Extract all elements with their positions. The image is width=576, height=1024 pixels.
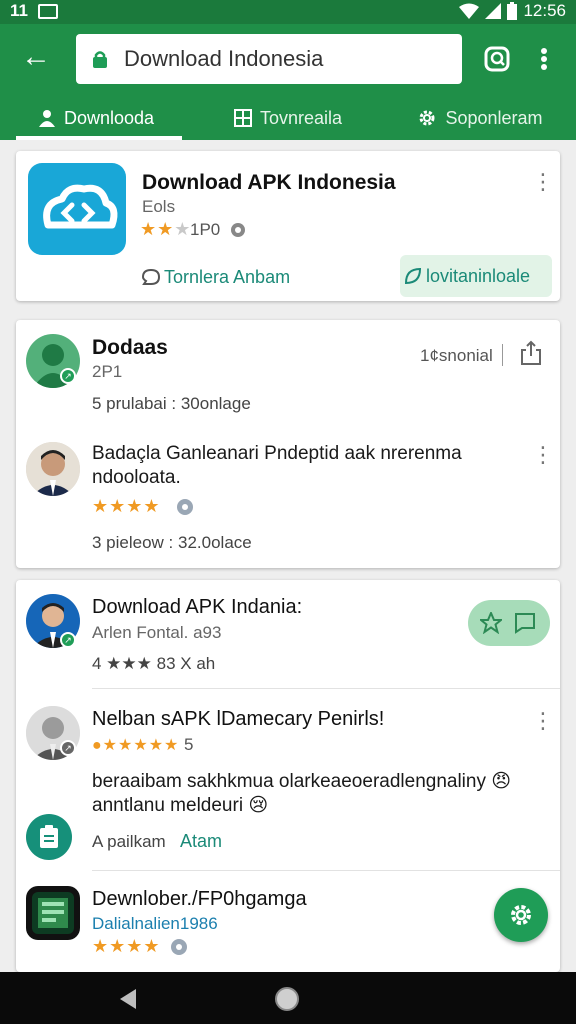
action-left-link[interactable]: Tornlera Anbam [164, 267, 290, 288]
settings-fab[interactable] [494, 888, 548, 942]
rating-count: 1P0 [190, 220, 221, 239]
more-options-icon[interactable] [532, 444, 548, 468]
search-icon [484, 46, 510, 72]
lock-icon [93, 51, 107, 68]
search-box[interactable] [76, 34, 462, 84]
app-developer: Eols [142, 197, 176, 216]
divider [92, 688, 560, 689]
favorite-message-button[interactable] [468, 600, 550, 646]
verified-badge-icon: ↗ [60, 740, 76, 756]
star-icon [480, 612, 502, 634]
nav-back-icon[interactable] [118, 988, 138, 1010]
review-meta: 3 pieleow : 32.0olace [92, 533, 252, 552]
review-rating: ★★★★ [92, 496, 161, 516]
nav-home-icon[interactable] [274, 986, 300, 1012]
share-icon[interactable] [520, 340, 542, 366]
more-vert-icon [541, 48, 547, 70]
tab-downloads[interactable]: Downlooda [0, 96, 192, 140]
review-title[interactable]: Badaçla Ganleanari Pndeptid aak nrerenma… [92, 442, 512, 490]
action-link[interactable]: Atam [180, 831, 222, 852]
list-item-title[interactable]: Dewnlober./FP0hgamga [92, 888, 307, 911]
verified-badge-icon: ↗ [60, 368, 76, 384]
grid-icon [233, 109, 252, 127]
app-list-card: ↗ Download APK Indania: Arlen Fontal. a9… [16, 580, 560, 972]
list-item-meta: 5 prulabai : 30onlage [92, 394, 251, 413]
tab-trending[interactable]: Tovnreaila [192, 96, 384, 140]
tab-label: Soponleram [445, 107, 543, 128]
system-nav-bar [0, 972, 576, 1024]
reviews-card: ↗ Dodaas 2P1 1¢snonial 5 prulabai : 30on… [16, 320, 560, 568]
leaf-icon [404, 267, 422, 285]
divider [92, 870, 560, 871]
install-button-label: lovitaninloale [426, 266, 531, 286]
list-item-rating: ●★★★★★ [92, 737, 180, 754]
tab-bar: Downlooda Tovnreaila Soponleram [0, 96, 576, 140]
list-item-subtitle: Arlen Fontal. a93 [92, 623, 222, 642]
list-item-body: beraaibam sakhkmua olarkeaeoeradlengnali… [92, 771, 512, 816]
info-icon [177, 499, 193, 515]
avatar[interactable] [26, 442, 80, 496]
status-time-right: 12:56 [523, 1, 566, 20]
search-toolbar-button[interactable] [480, 42, 514, 76]
verified-badge-icon: ↗ [60, 632, 76, 648]
gear-icon [419, 110, 435, 126]
clipboard-icon [40, 825, 58, 848]
more-options-icon[interactable] [532, 710, 548, 734]
list-item-title[interactable]: Nelban sAPK lDamecary Penirls! [92, 708, 384, 731]
search-input[interactable] [124, 46, 454, 72]
list-item-aside: 1¢snonial [420, 346, 493, 365]
list-item-subtitle: 2P1 [92, 362, 123, 381]
person-icon [38, 110, 55, 127]
settings-icon [511, 905, 531, 925]
clipboard-button[interactable] [26, 814, 72, 860]
action-prefix: A pailkam [92, 832, 166, 851]
featured-app-card[interactable]: Download APK Indonesia Eols ★★★ 1P0 Torn… [16, 151, 560, 301]
chat-icon [142, 268, 160, 285]
info-icon [231, 223, 245, 237]
battery-icon [507, 2, 518, 20]
app-rating: ★★★ [140, 219, 192, 239]
tab-label: Downlooda [63, 107, 155, 128]
list-item-subtitle: Dalialnalien1986 [92, 914, 218, 933]
status-bar: 11 12:56 [0, 0, 576, 24]
cloud-code-icon [43, 184, 118, 229]
wifi-icon [459, 3, 480, 19]
install-button[interactable]: lovitaninloale [400, 255, 552, 297]
image-notification-icon [38, 4, 58, 19]
divider [502, 344, 503, 366]
app-title[interactable]: Download APK Indonesia [142, 171, 396, 195]
rating-count: 5 [184, 735, 194, 754]
signal-icon [485, 3, 502, 19]
status-time-left: 11 [10, 1, 28, 20]
back-arrow-icon[interactable]: ← [18, 40, 54, 76]
list-item-rating: ★★★★ [92, 936, 161, 956]
list-item-title[interactable]: Download APK Indania: [92, 596, 302, 619]
overflow-menu-button[interactable] [530, 42, 558, 76]
app-icon [28, 163, 126, 255]
tab-sponsored[interactable]: Soponleram [384, 96, 576, 140]
message-icon [515, 613, 535, 634]
avatar[interactable] [26, 886, 80, 940]
app-bar: ← Downlooda Tovnreaila Soponleram [0, 24, 576, 140]
list-item-title[interactable]: Dodaas [92, 336, 168, 360]
man-portrait-icon [26, 442, 80, 496]
phone-screen-icon [32, 892, 74, 934]
tab-label: Tovnreaila [259, 107, 343, 128]
more-options-icon[interactable] [532, 171, 548, 195]
list-item-meta: 4 ★★★ 83 X ah [92, 654, 216, 673]
info-icon [171, 939, 187, 955]
